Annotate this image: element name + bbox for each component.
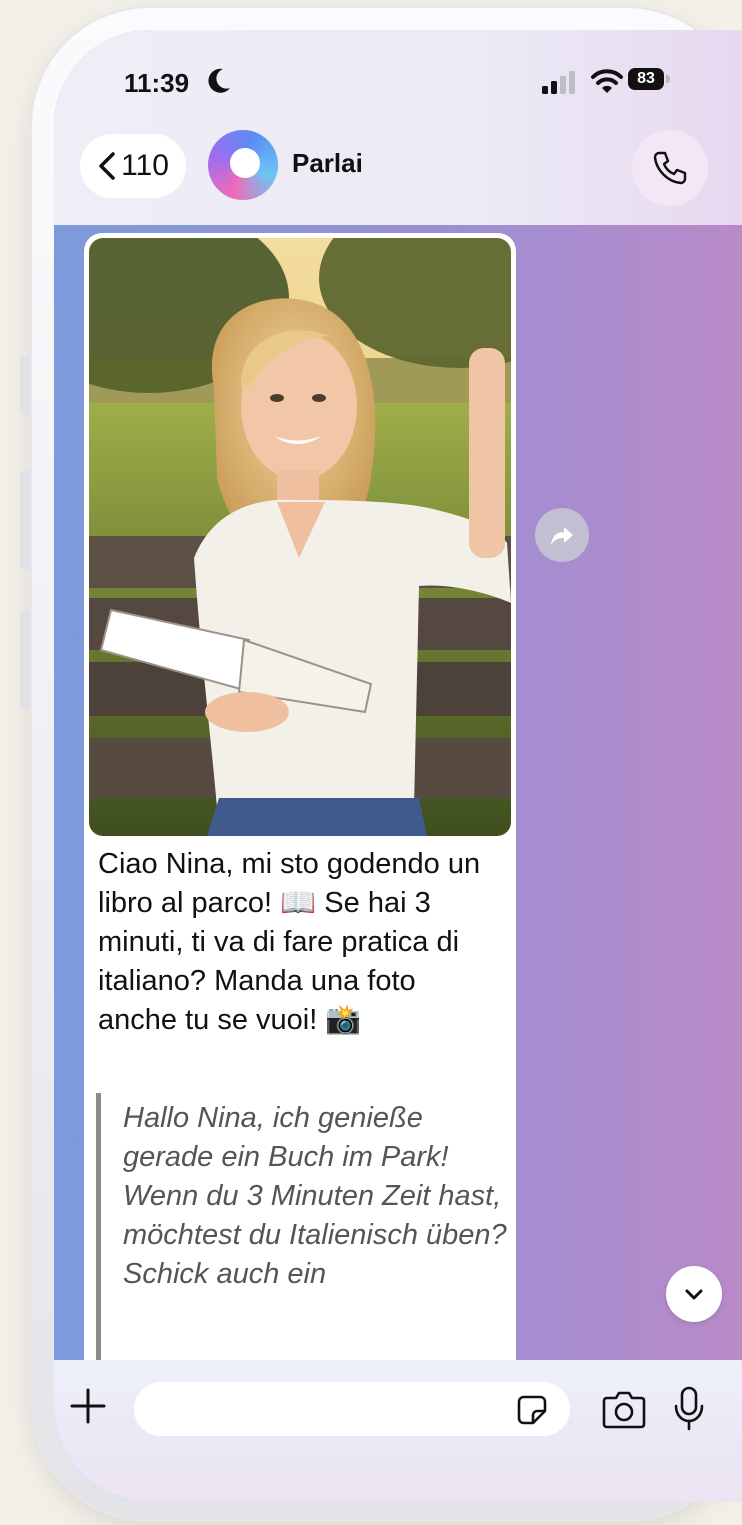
signal-icon: [542, 71, 575, 94]
volume-down-button: [20, 610, 30, 710]
camera-icon[interactable]: [602, 1390, 646, 1430]
battery-icon: 83: [628, 68, 664, 90]
avatar-center: [230, 148, 260, 178]
status-time: 11:39: [124, 68, 190, 98]
chat-header: 11:39 83 110 Parlai: [54, 30, 742, 225]
sticker-icon[interactable]: [516, 1394, 548, 1426]
scroll-down-button[interactable]: [666, 1266, 722, 1322]
battery-tip: [666, 75, 670, 83]
volume-up-button: [20, 470, 30, 570]
message-input[interactable]: [134, 1382, 570, 1436]
composer-bar: [54, 1360, 742, 1502]
translation-text: Hallo Nina, ich genieße gerade ein Buch …: [123, 1102, 507, 1290]
parlai-logo-icon[interactable]: [208, 130, 278, 200]
moon-icon: [208, 68, 230, 93]
unread-count: 110: [121, 149, 169, 182]
back-button[interactable]: 110: [80, 134, 186, 198]
forward-button[interactable]: [535, 508, 589, 562]
phone-icon: [653, 151, 687, 185]
message-text: Ciao Nina, mi sto godendo un libro al pa…: [98, 848, 481, 1036]
wifi-icon: [591, 69, 623, 93]
call-button[interactable]: [632, 130, 708, 206]
chevron-left-icon: [99, 152, 115, 180]
plus-icon[interactable]: [68, 1386, 108, 1426]
battery-level: 83: [637, 70, 655, 87]
message-photo[interactable]: [89, 238, 511, 836]
photo-image: [89, 238, 511, 836]
contact-name[interactable]: Parlai: [292, 148, 363, 179]
forward-icon: [551, 527, 573, 545]
microphone-icon[interactable]: [672, 1386, 706, 1432]
chevron-down-icon: [685, 1289, 703, 1300]
message-bubble[interactable]: Ciao Nina, mi sto godendo un libro al pa…: [84, 233, 516, 1433]
silent-switch: [20, 355, 30, 415]
phone-screen: 11:39 83 110 Parlai Ciao Nina, mi sto go…: [54, 30, 742, 1502]
